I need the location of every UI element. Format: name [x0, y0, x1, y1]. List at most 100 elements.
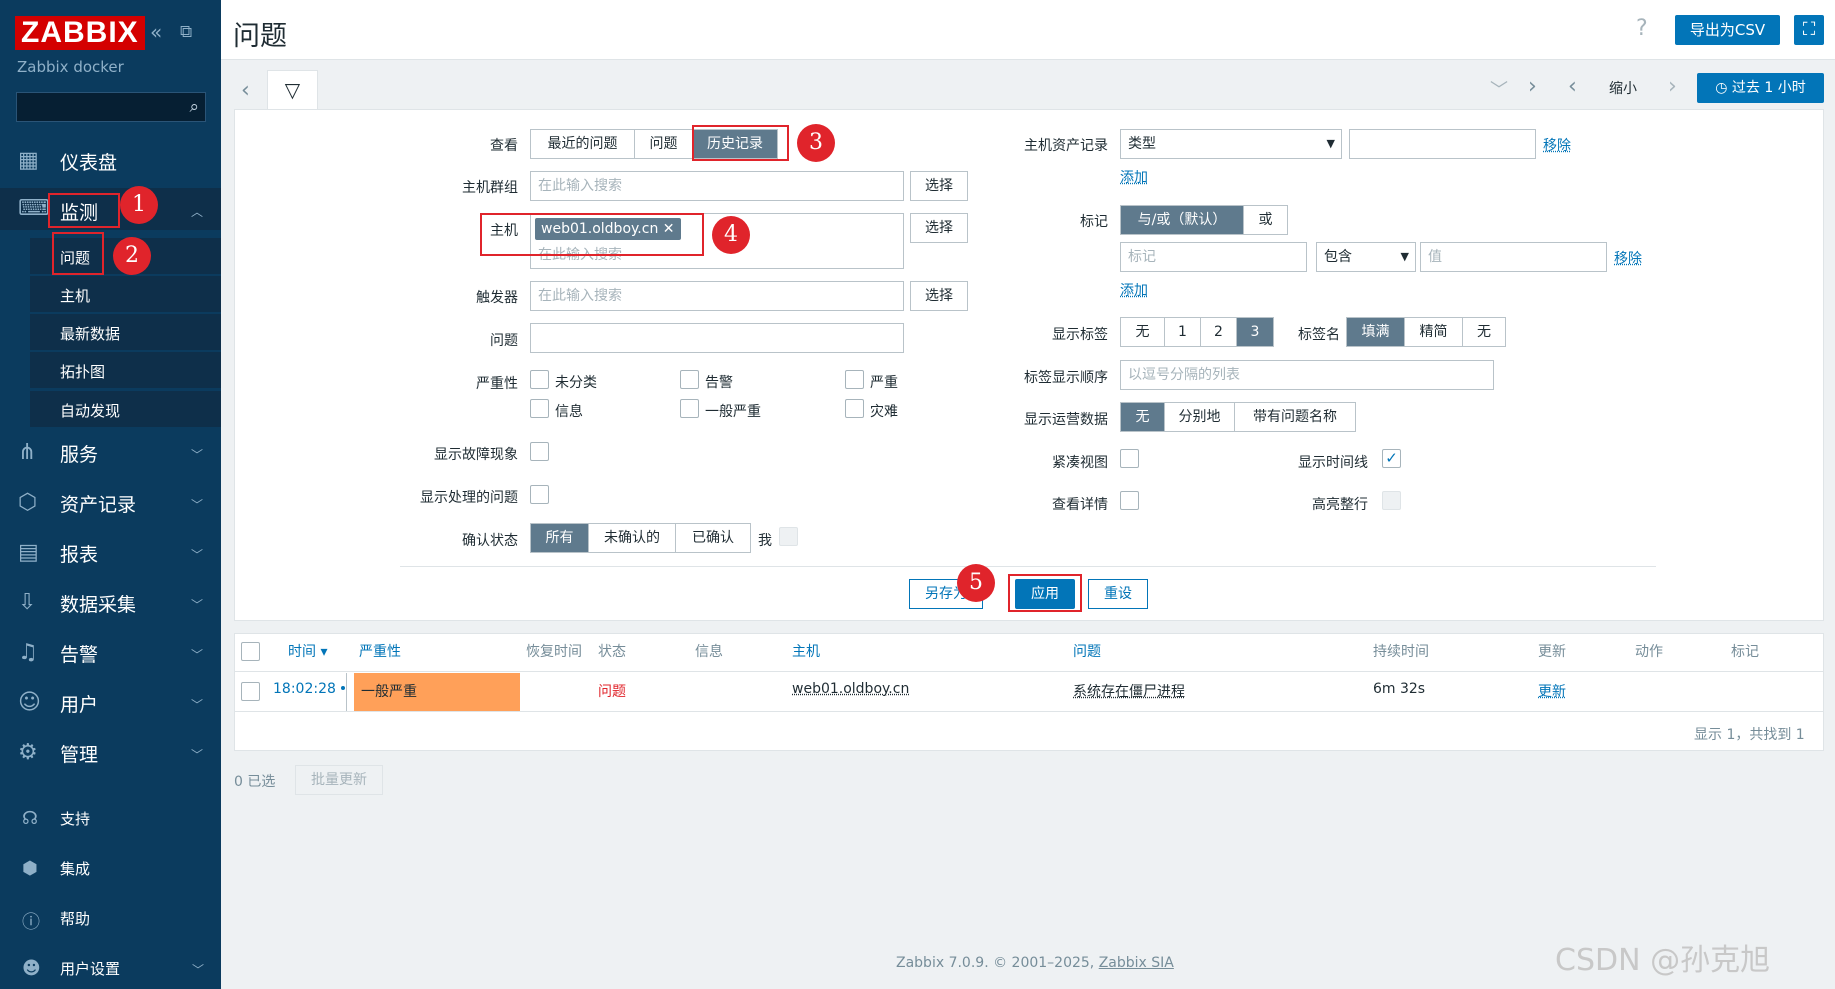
- tags-and-or[interactable]: 与/或（默认）: [1121, 206, 1244, 234]
- sidebar-item-discovery[interactable]: 自动发现: [30, 391, 221, 428]
- trigger-label: 触发器: [476, 290, 518, 306]
- inventory-value-input[interactable]: [1349, 129, 1536, 159]
- severity-average-checkbox[interactable]: [680, 399, 699, 418]
- ack-status-segmented[interactable]: 所有 未确认的 已确认: [530, 523, 751, 553]
- column-host[interactable]: 主机: [792, 641, 820, 661]
- chevron-down-icon: ﹀: [192, 963, 205, 977]
- tag-name-segmented[interactable]: 填满 精简 无: [1346, 317, 1506, 347]
- severity-high-checkbox[interactable]: [845, 370, 864, 389]
- ack-all[interactable]: 所有: [531, 524, 589, 552]
- kiosk-icon[interactable]: ⧉: [180, 22, 192, 42]
- ack-unacknowledged[interactable]: 未确认的: [589, 524, 676, 552]
- fullscreen-icon[interactable]: ⛶: [1794, 15, 1824, 45]
- row-checkbox[interactable]: [241, 682, 260, 701]
- show-tags-3[interactable]: 3: [1237, 318, 1273, 346]
- highlight-row-checkbox[interactable]: [1382, 491, 1401, 510]
- tag-value-input[interactable]: 值: [1420, 242, 1607, 272]
- nav-services[interactable]: ⋔ 服务 ﹀: [0, 440, 221, 470]
- row-host-link[interactable]: web01.oldboy.cn: [792, 681, 909, 697]
- nav-label: 管理: [60, 744, 99, 766]
- show-details-checkbox[interactable]: [1120, 491, 1139, 510]
- tag-name-short[interactable]: 精简: [1405, 318, 1463, 346]
- annotation-badge-3: 3: [797, 124, 835, 162]
- host-select-button[interactable]: 选择: [910, 213, 968, 243]
- inventory-remove-link[interactable]: 移除: [1543, 135, 1571, 155]
- nav-inventory[interactable]: ⬡ 资产记录 ﹀: [0, 490, 221, 520]
- tag-remove-link[interactable]: 移除: [1614, 248, 1642, 268]
- opdata-separately[interactable]: 分别地: [1165, 403, 1235, 431]
- show-tags-2[interactable]: 2: [1201, 318, 1237, 346]
- severity-not-classified-checkbox[interactable]: [530, 370, 549, 389]
- severity-warning-checkbox[interactable]: [680, 370, 699, 389]
- view-recent-problems[interactable]: 最近的问题: [531, 130, 635, 158]
- sidebar-search-input[interactable]: ⌕: [16, 92, 206, 122]
- view-problems[interactable]: 问题: [635, 130, 693, 158]
- show-tags-segmented[interactable]: 无 1 2 3: [1120, 317, 1274, 347]
- tags-or[interactable]: 或: [1244, 206, 1287, 234]
- zabbix-logo[interactable]: ZABBIX: [15, 16, 145, 50]
- trigger-input[interactable]: 在此输入搜索: [530, 281, 904, 311]
- trigger-select-button[interactable]: 选择: [910, 281, 968, 311]
- show-tags-1[interactable]: 1: [1165, 318, 1201, 346]
- tag-operator-select[interactable]: 包含 ▼: [1316, 242, 1416, 272]
- sidebar-item-hosts[interactable]: 主机: [30, 276, 221, 313]
- nav-reports[interactable]: ▤ 报表 ﹀: [0, 540, 221, 570]
- zoom-out-button[interactable]: 缩小: [1609, 78, 1637, 98]
- row-problem-link[interactable]: 系统存在僵尸进程: [1073, 681, 1185, 701]
- host-group-select-button[interactable]: 选择: [910, 171, 968, 201]
- host-group-input[interactable]: 在此输入搜索: [530, 171, 904, 201]
- severity-label: 严重性: [476, 376, 518, 392]
- severity-information-checkbox[interactable]: [530, 399, 549, 418]
- annotation-box-2: [52, 232, 104, 275]
- chevron-right-icon[interactable]: ›: [1668, 74, 1677, 99]
- show-symptoms-checkbox[interactable]: [530, 442, 549, 461]
- double-chevron-left-icon[interactable]: «: [150, 20, 162, 44]
- compact-view-checkbox[interactable]: [1120, 449, 1139, 468]
- opdata-segmented[interactable]: 无 分别地 带有问题名称: [1120, 402, 1356, 432]
- inventory-field-select[interactable]: 类型 ▼: [1120, 129, 1342, 159]
- filter-icon[interactable]: ▽: [267, 70, 318, 110]
- opdata-with-problem-name[interactable]: 带有问题名称: [1235, 403, 1355, 431]
- sidebar-item-latest-data[interactable]: 最新数据: [30, 314, 221, 351]
- show-tags-none[interactable]: 无: [1121, 318, 1165, 346]
- time-range-button[interactable]: ◷ 过去 1 小时: [1697, 73, 1824, 103]
- show-suppressed-checkbox[interactable]: [530, 485, 549, 504]
- tag-add-link[interactable]: 添加: [1120, 280, 1148, 300]
- export-csv-button[interactable]: 导出为CSV: [1675, 15, 1780, 45]
- nav-dashboard[interactable]: ▦ 仪表盘: [0, 148, 221, 178]
- inventory-add-link[interactable]: 添加: [1120, 167, 1148, 187]
- tag-name-full[interactable]: 填满: [1347, 318, 1405, 346]
- help-icon[interactable]: ?: [1636, 16, 1648, 41]
- select-all-checkbox[interactable]: [241, 642, 260, 661]
- mass-update-button[interactable]: 批量更新: [295, 765, 383, 795]
- ack-acknowledged[interactable]: 已确认: [676, 524, 750, 552]
- search-icon[interactable]: ⌕: [189, 97, 199, 117]
- column-severity[interactable]: 严重性: [359, 641, 401, 661]
- nav-data-collection[interactable]: ⇩ 数据采集 ﹀: [0, 590, 221, 620]
- severity-option-label: 信息: [555, 404, 583, 420]
- chevron-left-icon[interactable]: ‹: [241, 78, 250, 103]
- chevron-right-icon[interactable]: ›: [1528, 74, 1537, 99]
- nav-users[interactable]: ☺ 用户 ﹀: [0, 690, 221, 720]
- tags-operator-segmented[interactable]: 与/或（默认） 或: [1120, 205, 1288, 235]
- footer-company-link[interactable]: Zabbix SIA: [1099, 955, 1174, 971]
- tag-name-input[interactable]: 标记: [1120, 242, 1307, 272]
- row-update-link[interactable]: 更新: [1538, 681, 1566, 701]
- severity-disaster-checkbox[interactable]: [845, 399, 864, 418]
- chevron-down-icon[interactable]: ﹀: [1490, 76, 1508, 102]
- sidebar-item-maps[interactable]: 拓扑图: [30, 352, 221, 389]
- row-time-link[interactable]: 18:02:28: [273, 681, 336, 697]
- show-timeline-checkbox[interactable]: ✓: [1382, 449, 1401, 468]
- reset-button[interactable]: 重设: [1088, 579, 1148, 609]
- nav-alerts[interactable]: ♫ 告警 ﹀: [0, 640, 221, 670]
- column-time[interactable]: 时间 ▾: [288, 641, 327, 661]
- chevron-left-icon[interactable]: ‹: [1568, 74, 1577, 99]
- column-problem[interactable]: 问题: [1073, 641, 1101, 661]
- tag-name-none[interactable]: 无: [1463, 318, 1505, 346]
- tag-order-input[interactable]: 以逗号分隔的列表: [1120, 360, 1494, 390]
- opdata-none[interactable]: 无: [1121, 403, 1165, 431]
- problem-input[interactable]: [530, 323, 904, 353]
- ack-me-checkbox[interactable]: [779, 527, 798, 546]
- nav-administration[interactable]: ⚙ 管理 ﹀: [0, 740, 221, 770]
- administration-icon: ⚙: [18, 740, 38, 765]
